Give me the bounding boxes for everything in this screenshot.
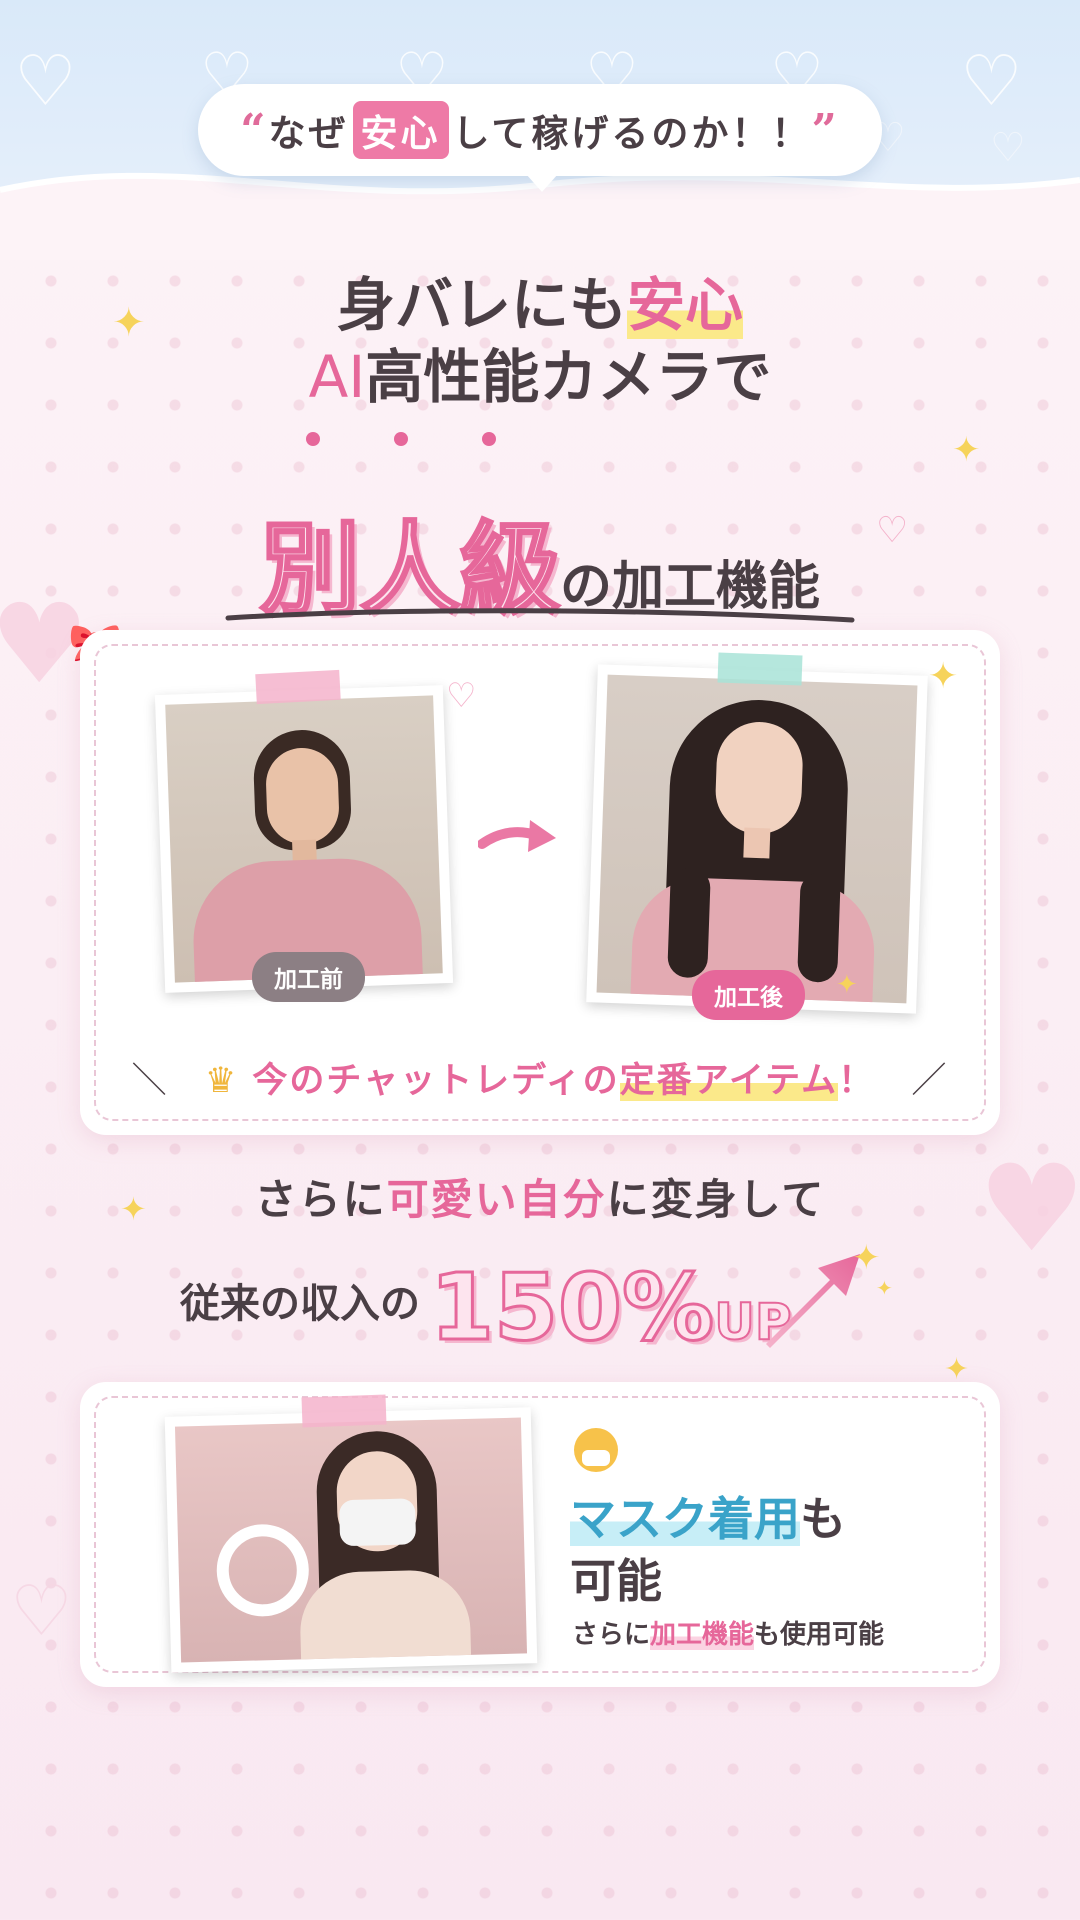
mask-title-highlight: マスク着用 — [570, 1492, 800, 1546]
promo-line1-suffix: に変身して — [606, 1175, 826, 1224]
emphasis-dot — [482, 432, 496, 446]
promo-line-1: さらに可愛い自分に変身して — [0, 1166, 1080, 1227]
washi-tape — [301, 1394, 387, 1428]
footer-highlight: 定番アイテム — [619, 1061, 839, 1101]
heart-outline-icon: ♡ — [990, 125, 1026, 171]
washi-tape — [717, 652, 803, 686]
promo-line1-prefix: さらに — [254, 1175, 387, 1224]
headline-line1-text: 身バレにも — [336, 271, 627, 339]
headline-line2-text: 高性能カメラで — [365, 343, 772, 411]
header-speech-bubble: “ なぜ 安心 して稼げるのか！！ ” — [198, 84, 882, 192]
headline-line1-highlight: 安心 — [627, 271, 744, 339]
sparkle-icon: ✦ — [836, 970, 858, 1000]
promo-line1-highlight: 可愛い自分 — [386, 1175, 607, 1224]
emphasis-dot — [394, 432, 408, 446]
comparison-footer: ＼ ♛ 今のチャットレディの定番アイテム！ ／ — [0, 1052, 1080, 1103]
heart-outline-icon: ♡ — [446, 676, 477, 716]
sparkle-icon: ✦ — [952, 430, 981, 470]
promo-number: 150% — [428, 1253, 715, 1363]
slash-right: ／ — [911, 1061, 949, 1101]
mask-sub-prefix: さらに — [572, 1620, 651, 1650]
header-highlight: 安心 — [352, 101, 449, 159]
promo-line2-prefix: 従来の収入の — [180, 1281, 420, 1327]
promo-line-2: 従来の収入の 150%UP — [180, 1253, 792, 1363]
header-text-before: なぜ — [268, 112, 349, 155]
sparkle-icon: ✦ — [928, 656, 959, 697]
heart-outline-icon: ♡ — [14, 40, 77, 122]
before-label: 加工前 — [252, 952, 365, 1002]
mask-photo-frame — [164, 1407, 538, 1673]
mask-face-emoji-icon — [574, 1428, 618, 1472]
mask-sub-highlight: 加工機能 — [650, 1620, 755, 1650]
crown-icon: ♛ — [204, 1061, 239, 1101]
after-photo-frame — [586, 664, 928, 1014]
quote-close: ” — [811, 104, 840, 156]
slash-left: ＼ — [131, 1061, 169, 1101]
header-text-after: して稼げるのか！！ — [452, 112, 812, 155]
mask-title-rest: も — [800, 1492, 846, 1546]
after-label: 加工後 — [692, 970, 805, 1020]
hand-drawn-underline — [225, 608, 855, 623]
arrow-right-icon — [478, 820, 556, 852]
sparkle-icon: ✦ — [876, 1276, 893, 1300]
sparkle-icon: ✦ — [852, 1238, 881, 1278]
before-photo-frame — [154, 685, 454, 993]
heart-outline-icon: ♡ — [10, 1570, 73, 1652]
washi-tape — [255, 669, 341, 705]
quote-open: “ — [240, 104, 269, 156]
mask-sub-suffix: も使用可能 — [754, 1620, 885, 1650]
headline-line-2: AI高性能カメラで — [0, 330, 1080, 414]
mask-photo — [174, 1417, 528, 1663]
mask-subtitle: さらに加工機能も使用可能 — [572, 1614, 884, 1651]
mask-title: マスク着用も 可能 — [570, 1488, 846, 1612]
emphasis-dot — [306, 432, 320, 446]
heart-outline-icon: ♡ — [960, 40, 1023, 122]
footer-end: ！ — [838, 1061, 876, 1101]
footer-text: 今のチャットレディの — [252, 1061, 620, 1101]
before-photo — [165, 695, 443, 983]
headline-ai: AI — [308, 343, 366, 411]
mask-title-line2: 可能 — [570, 1554, 662, 1608]
after-photo — [596, 674, 918, 1004]
